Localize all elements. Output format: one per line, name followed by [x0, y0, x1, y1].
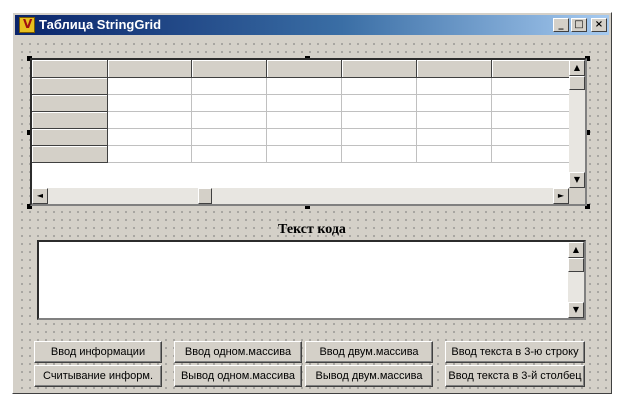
- grid-cell[interactable]: [491, 145, 570, 163]
- grid-cell[interactable]: [266, 111, 342, 129]
- minimize-button[interactable]: _: [553, 18, 569, 32]
- grid-fixed-cell[interactable]: [491, 60, 570, 78]
- grid-row: [32, 145, 570, 163]
- title-bar[interactable]: Таблица StringGrid _ □ ×: [15, 15, 609, 35]
- grid-row: [32, 77, 570, 95]
- grid-fixed-cell[interactable]: [32, 94, 108, 112]
- memo-vertical-scrollbar[interactable]: ▲ ▼: [568, 242, 584, 318]
- input-col3-button[interactable]: Ввод текста в 3-й столбец: [445, 365, 585, 387]
- scrollbar-corner: [569, 188, 585, 204]
- grid-table: [32, 60, 570, 163]
- grid-cell[interactable]: [491, 94, 570, 112]
- form-client-area: ▲ ▼ ◄ ► Текст кода ▲ ▼ Ввод информации С…: [15, 37, 609, 391]
- grid-fixed-cell[interactable]: [107, 60, 192, 78]
- grid-cell[interactable]: [491, 111, 570, 129]
- string-grid[interactable]: ▲ ▼ ◄ ►: [30, 58, 587, 206]
- grid-cell[interactable]: [266, 77, 342, 95]
- scroll-left-icon[interactable]: ◄: [32, 188, 48, 204]
- close-button[interactable]: ×: [591, 18, 607, 32]
- grid-fixed-cell[interactable]: [191, 60, 267, 78]
- grid-cell[interactable]: [341, 128, 417, 146]
- output-2d-array-button[interactable]: Вывод двум.массива: [305, 365, 433, 387]
- window-title: Таблица StringGrid: [39, 17, 162, 32]
- input-2d-array-button[interactable]: Ввод двум.массива: [305, 341, 433, 363]
- grid-horizontal-scrollbar[interactable]: ◄ ►: [32, 188, 569, 204]
- grid-row: [32, 94, 570, 112]
- grid-cell[interactable]: [107, 145, 192, 163]
- grid-cell[interactable]: [107, 111, 192, 129]
- read-info-button[interactable]: Считывание информ.: [34, 365, 162, 387]
- grid-cell[interactable]: [107, 128, 192, 146]
- grid-cell[interactable]: [266, 128, 342, 146]
- grid-cell[interactable]: [416, 111, 492, 129]
- grid-cell[interactable]: [416, 94, 492, 112]
- grid-vertical-scrollbar[interactable]: ▲ ▼: [569, 60, 585, 188]
- grid-cell[interactable]: [107, 94, 192, 112]
- scroll-up-icon[interactable]: ▲: [569, 60, 585, 76]
- grid-fixed-cell[interactable]: [32, 145, 108, 163]
- grid-cell[interactable]: [191, 94, 267, 112]
- main-window: Таблица StringGrid _ □ × ▲ ▼ ◄ ►: [12, 12, 612, 394]
- grid-cell[interactable]: [416, 77, 492, 95]
- grid-cell[interactable]: [341, 94, 417, 112]
- grid-fixed-cell[interactable]: [341, 60, 417, 78]
- grid-cell[interactable]: [491, 128, 570, 146]
- grid-fixed-cell[interactable]: [32, 77, 108, 95]
- memo-scroll-up-icon[interactable]: ▲: [568, 242, 584, 258]
- horizontal-scroll-thumb[interactable]: [198, 188, 212, 204]
- grid-cell[interactable]: [107, 77, 192, 95]
- output-1d-array-button[interactable]: Вывод одном.массива: [174, 365, 302, 387]
- grid-cell[interactable]: [416, 128, 492, 146]
- grid-fixed-cell[interactable]: [416, 60, 492, 78]
- grid-row: [32, 60, 570, 78]
- grid-cell[interactable]: [341, 111, 417, 129]
- input-info-button[interactable]: Ввод информации: [34, 341, 162, 363]
- grid-cell[interactable]: [266, 145, 342, 163]
- app-icon[interactable]: [19, 17, 35, 33]
- grid-cell[interactable]: [341, 145, 417, 163]
- grid-fixed-cell[interactable]: [266, 60, 342, 78]
- grid-cell[interactable]: [491, 77, 570, 95]
- grid-cell[interactable]: [191, 128, 267, 146]
- code-memo[interactable]: ▲ ▼: [37, 240, 586, 320]
- grid-fixed-cell[interactable]: [32, 60, 108, 78]
- maximize-button[interactable]: □: [571, 18, 587, 32]
- grid-cell[interactable]: [266, 94, 342, 112]
- memo-scroll-down-icon[interactable]: ▼: [568, 302, 584, 318]
- grid-row: [32, 111, 570, 129]
- memo-scroll-thumb[interactable]: [568, 258, 584, 272]
- grid-cell[interactable]: [191, 145, 267, 163]
- grid-cell[interactable]: [416, 145, 492, 163]
- scroll-down-icon[interactable]: ▼: [569, 172, 585, 188]
- grid-row: [32, 128, 570, 146]
- input-1d-array-button[interactable]: Ввод одном.массива: [174, 341, 302, 363]
- code-text-label: Текст кода: [278, 222, 346, 237]
- grid-fixed-cell[interactable]: [32, 128, 108, 146]
- grid-cell[interactable]: [341, 77, 417, 95]
- grid-cell[interactable]: [191, 77, 267, 95]
- grid-fixed-cell[interactable]: [32, 111, 108, 129]
- scroll-right-icon[interactable]: ►: [553, 188, 569, 204]
- input-row3-button[interactable]: Ввод текста в 3-ю строку: [445, 341, 585, 363]
- grid-cell[interactable]: [191, 111, 267, 129]
- vertical-scroll-thumb[interactable]: [569, 76, 585, 90]
